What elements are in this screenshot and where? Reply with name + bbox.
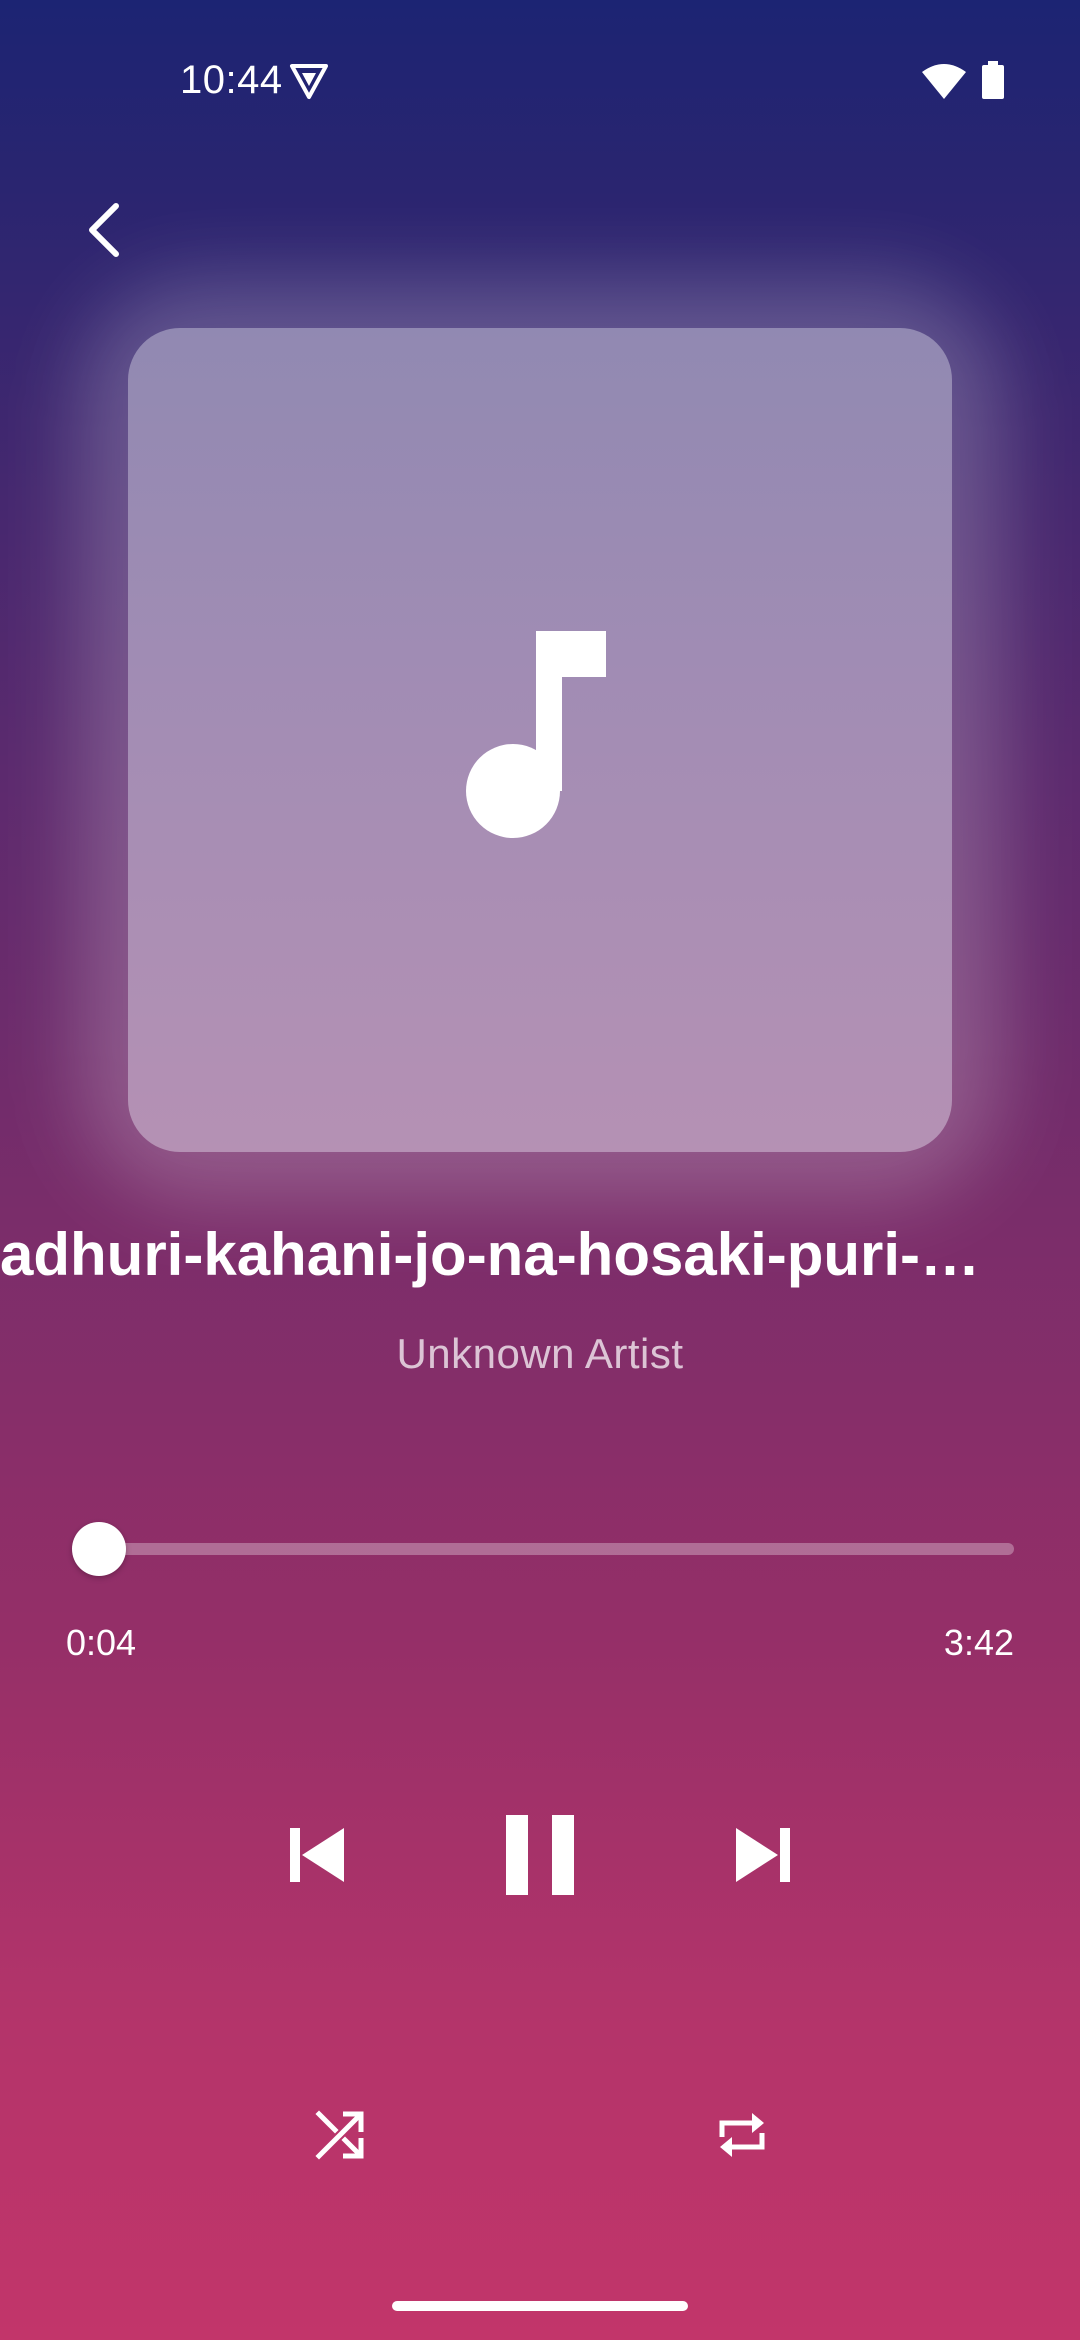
total-time: 3:42 [943,1622,1014,1663]
skip-next-icon [736,1828,790,1882]
elapsed-time: 0:04 [66,1622,137,1663]
pause-icon [506,1815,574,1895]
seek-bar[interactable] [82,1543,1014,1555]
repeat-icon [719,2113,765,2157]
vpn-shield-icon [290,64,328,99]
album-art [128,328,952,1152]
status-time: 10:44 [180,58,283,102]
seek-bar-thumb[interactable] [71,1522,126,1576]
next-button[interactable] [718,1810,808,1900]
shuffle-icon [315,2110,364,2160]
pause-button[interactable] [480,1790,600,1920]
home-indicator[interactable] [392,2301,688,2311]
chevron-left-icon [89,203,119,257]
skip-previous-icon [290,1828,344,1882]
battery-icon [982,61,1004,99]
song-title: adhuri-kahani-jo-na-hosaki-puri-… [0,1221,981,1288]
artist-name: Unknown Artist [396,1330,684,1377]
repeat-button[interactable] [702,2098,782,2172]
shuffle-button[interactable] [300,2098,380,2172]
wifi-icon [922,64,966,99]
previous-button[interactable] [272,1810,362,1900]
music-note-icon [466,631,606,838]
back-button[interactable] [64,190,144,270]
